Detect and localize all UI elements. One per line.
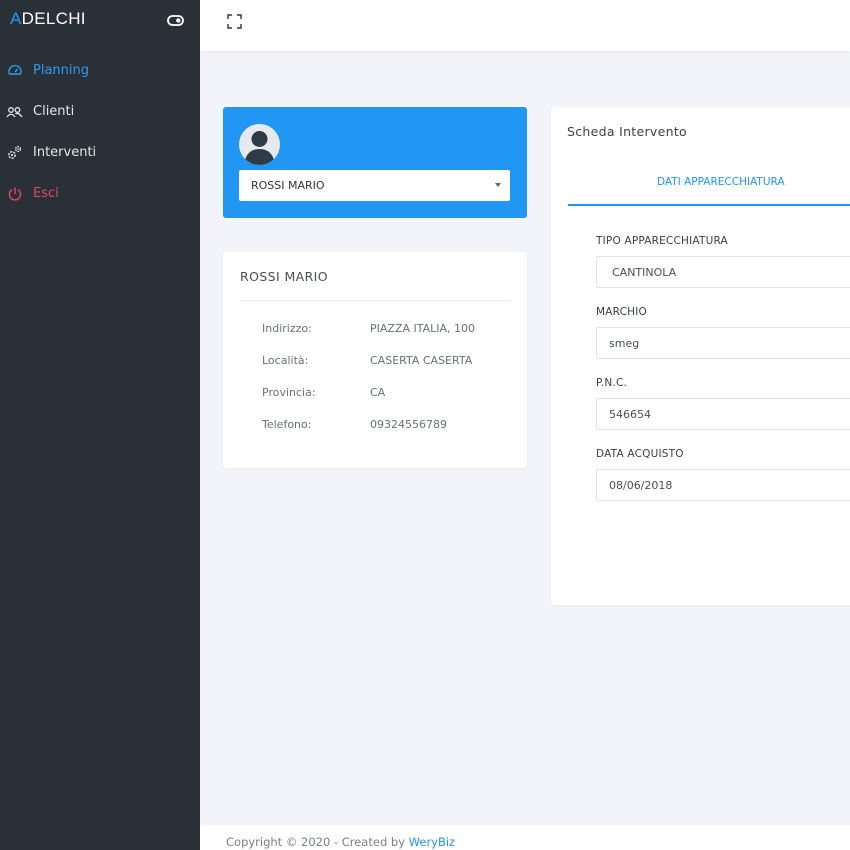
info-value: CASERTA CASERTA [370, 354, 473, 367]
input-value: 546654 [609, 407, 651, 421]
brand-name: DELCHI [21, 9, 86, 28]
chevron-down-icon [495, 183, 501, 187]
fullscreen-icon[interactable] [226, 13, 243, 30]
sidebar-item-label: Clienti [33, 104, 75, 119]
customer-select-value: ROSSI MARIO [251, 179, 325, 192]
info-row-localita: Località: CASERTA CASERTA [262, 354, 472, 370]
divider [240, 300, 511, 301]
input-value: smeg [609, 336, 640, 350]
customer-select-card: ROSSI MARIO [223, 107, 527, 218]
customer-select[interactable]: ROSSI MARIO [239, 170, 510, 201]
info-label: Telefono: [262, 418, 312, 431]
sidebar: ADELCHI Planning Clienti Interventi Esci [0, 0, 200, 850]
footer-text: Copyright © 2020 - Created by [226, 835, 409, 849]
info-value: PIAZZA ITALIA, 100 [370, 322, 476, 335]
power-icon [6, 185, 23, 202]
topbar [200, 0, 850, 51]
sidebar-item-label: Planning [33, 63, 89, 78]
brand-logo[interactable]: ADELCHI [10, 9, 86, 29]
info-label: Provincia: [262, 386, 316, 399]
sidebar-item-interventi[interactable]: Interventi [0, 132, 200, 173]
info-row-provincia: Provincia: CA [262, 386, 385, 402]
scheda-title: Scheda Intervento [567, 124, 687, 139]
footer: Copyright © 2020 - Created by WeryBiz [200, 825, 850, 850]
avatar [239, 124, 280, 165]
sidebar-item-clienti[interactable]: Clienti [0, 91, 200, 132]
scheda-intervento-card: Scheda Intervento DATI APPARECCHIATURA T… [551, 107, 850, 605]
info-label: Località: [262, 354, 309, 367]
gears-icon [6, 144, 23, 161]
brand-first-letter: A [10, 9, 22, 28]
info-row-telefono: Telefono: 09324556789 [262, 418, 447, 434]
info-label: Indirizzo: [262, 322, 312, 335]
speedometer-icon [6, 62, 23, 79]
marchio-input[interactable]: smeg [596, 327, 850, 359]
sidebar-item-esci[interactable]: Esci [0, 173, 200, 214]
pnc-input[interactable]: 546654 [596, 398, 850, 430]
info-value: 09324556789 [370, 418, 447, 431]
sidebar-item-planning[interactable]: Planning [0, 50, 200, 91]
info-row-indirizzo: Indirizzo: PIAZZA ITALIA, 100 [262, 322, 475, 338]
data-acquisto-label: DATA ACQUISTO [596, 448, 684, 460]
marchio-label: MARCHIO [596, 306, 648, 318]
sidebar-item-label: Interventi [33, 145, 97, 160]
sidebar-item-label: Esci [33, 186, 59, 201]
users-icon [6, 103, 23, 120]
input-value: CANTINOLA [612, 265, 677, 279]
footer-link[interactable]: WeryBiz [409, 835, 455, 849]
tipo-apparecchiatura-label: TIPO APPARECCHIATURA [596, 235, 728, 247]
info-value: CA [370, 386, 386, 399]
pnc-label: P.N.C. [596, 377, 628, 389]
tab-dati-apparecchiatura[interactable]: DATI APPARECCHIATURA [568, 176, 850, 206]
sidebar-nav: Planning Clienti Interventi Esci [0, 50, 200, 214]
sidebar-toggle-icon[interactable] [166, 11, 186, 29]
input-value: 08/06/2018 [609, 478, 673, 492]
customer-info-card: ROSSI MARIO Indirizzo: PIAZZA ITALIA, 10… [223, 252, 527, 468]
data-acquisto-input[interactable]: 08/06/2018 [596, 469, 850, 501]
tipo-apparecchiatura-input[interactable]: CANTINOLA [596, 256, 850, 288]
customer-name: ROSSI MARIO [240, 269, 328, 284]
